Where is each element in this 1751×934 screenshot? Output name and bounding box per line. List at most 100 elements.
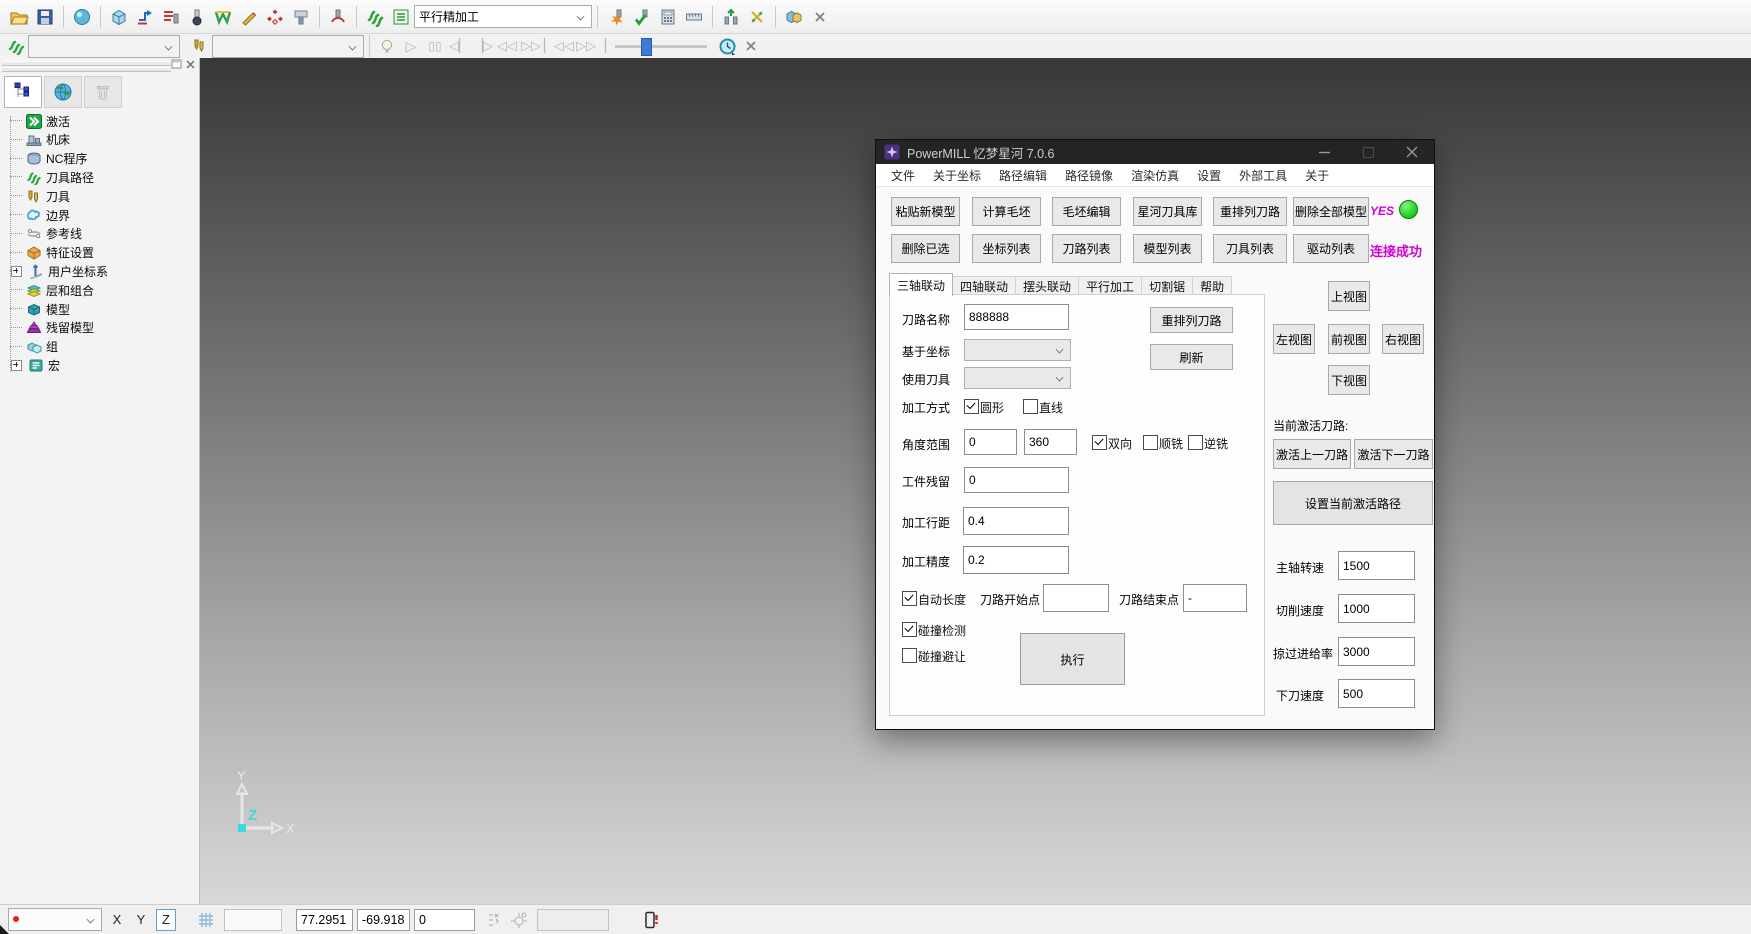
pattern-icon[interactable] — [236, 4, 262, 30]
menu-external-tools[interactable]: 外部工具 — [1230, 167, 1296, 184]
refresh-button[interactable]: 刷新 — [1150, 344, 1233, 370]
bulb-icon[interactable] — [375, 35, 399, 57]
grid-snap-icon[interactable] — [196, 910, 216, 930]
tab-saw[interactable]: 切割锯 — [1141, 276, 1193, 296]
grid-size-field[interactable] — [224, 909, 282, 931]
go-end-icon[interactable]: ▷▷▕ — [575, 35, 607, 57]
step-forward-icon[interactable]: ▕▷ — [471, 35, 495, 57]
tree-item-toolpaths[interactable]: 刀具路径 — [0, 168, 94, 186]
end-point-input[interactable] — [1183, 584, 1247, 612]
tool-retract-icon[interactable] — [718, 4, 744, 30]
point-distribution-icon[interactable] — [744, 4, 770, 30]
tree-item-levels-sets[interactable]: 层和组合 — [0, 281, 94, 299]
collision-check-icon[interactable] — [603, 4, 629, 30]
skim-feed-input[interactable] — [1338, 637, 1415, 666]
menu-path-mirror[interactable]: 路径镜像 — [1056, 167, 1122, 184]
open-project-icon[interactable] — [6, 4, 32, 30]
coord-list-button[interactable]: 坐标列表 — [972, 234, 1041, 263]
slider-handle[interactable] — [641, 38, 652, 56]
bidirectional-checkbox[interactable] — [1092, 435, 1107, 450]
leads-links-icon[interactable] — [325, 4, 351, 30]
view-top-button[interactable]: 上视图 — [1328, 281, 1370, 311]
delete-selected-button[interactable]: 删除已选 — [891, 234, 960, 263]
axis-y-button[interactable]: Y — [132, 910, 150, 930]
rapid-moves-icon[interactable] — [132, 4, 158, 30]
activate-prev-toolpath-button[interactable]: 激活上一刀路 — [1273, 439, 1351, 469]
menu-about[interactable]: 关于 — [1296, 167, 1338, 184]
circle-checkbox[interactable] — [964, 399, 979, 414]
toolpath-name-input[interactable] — [964, 304, 1069, 330]
toolpath-list-button[interactable]: 刀路列表 — [1052, 234, 1121, 263]
angle-to-input[interactable] — [1024, 429, 1077, 455]
tab-recycle-bin[interactable] — [84, 76, 122, 108]
tab-explorer-tree[interactable] — [4, 76, 42, 108]
delete-all-models-button[interactable]: 删除全部模型 — [1293, 197, 1369, 226]
dialog-title-bar[interactable]: PowerMILL 忆梦星河 7.0.6 — [876, 140, 1434, 164]
tab-swivel-head[interactable]: 摆头联动 — [1015, 276, 1079, 296]
galaxy-tool-library-button[interactable]: 星河刀具库 — [1133, 197, 1202, 226]
angle-from-input[interactable] — [964, 429, 1017, 455]
activate-next-toolpath-button[interactable]: 激活下一刀路 — [1354, 439, 1433, 469]
collision-avoid-checkbox[interactable] — [902, 648, 917, 663]
feeds-speeds-icon[interactable] — [158, 4, 184, 30]
compare-blocks-icon[interactable] — [781, 4, 807, 30]
set-active-path-button[interactable]: 设置当前激活路径 — [1273, 481, 1433, 525]
tolerance-input[interactable] — [963, 546, 1069, 574]
auto-length-checkbox[interactable] — [902, 591, 917, 606]
collision-detect-checkbox[interactable] — [902, 622, 917, 637]
active-strategy-dropdown[interactable]: 平行精加工 — [414, 5, 592, 28]
viewmill-ball-icon[interactable] — [69, 4, 95, 30]
sim-tool-dropdown[interactable] — [212, 35, 364, 58]
tool-icon[interactable] — [184, 4, 210, 30]
tab-parallel[interactable]: 平行加工 — [1078, 276, 1142, 296]
panel-float-icon[interactable] — [171, 59, 183, 71]
view-front-button[interactable]: 前视图 — [1328, 324, 1370, 354]
tree-item-models[interactable]: 模型 — [0, 300, 70, 318]
execute-button[interactable]: 执行 — [1020, 633, 1125, 685]
axis-x-button[interactable]: X — [108, 910, 126, 930]
close-sim-toolbar-icon[interactable] — [739, 35, 763, 57]
step-back-icon[interactable]: ◁▏ — [447, 35, 471, 57]
tool-list-button[interactable]: 刀具列表 — [1213, 234, 1287, 263]
tab-3axis[interactable]: 三轴联动 — [889, 273, 953, 296]
plunge-feed-input[interactable] — [1338, 679, 1415, 708]
tree-item-tools[interactable]: 刀具 — [0, 187, 70, 205]
sim-speed-slider[interactable] — [615, 36, 707, 56]
menu-file[interactable]: 文件 — [882, 167, 924, 184]
menu-settings[interactable]: 设置 — [1188, 167, 1230, 184]
spindle-speed-input[interactable] — [1338, 551, 1415, 580]
rearrange-toolpaths-button[interactable]: 重排列刀路 — [1213, 197, 1287, 226]
tab-globe[interactable] — [44, 76, 82, 108]
cutting-feed-input[interactable] — [1338, 594, 1415, 623]
tree-item-macros[interactable]: 宏 — [0, 356, 60, 374]
view-bottom-button[interactable]: 下视图 — [1328, 365, 1370, 395]
fast-forward-icon[interactable]: ▷▷ — [519, 35, 543, 57]
stock-edit-button[interactable]: 毛坯编辑 — [1052, 197, 1121, 226]
axis-z-button[interactable]: Z — [156, 909, 176, 931]
save-project-icon[interactable] — [32, 4, 58, 30]
workplane-points-icon[interactable] — [262, 4, 288, 30]
use-tool-dropdown[interactable] — [964, 367, 1071, 389]
pause-icon[interactable]: ▯▯ — [423, 35, 447, 57]
menu-path-edit[interactable]: 路径编辑 — [990, 167, 1056, 184]
tree-item-nc-programs[interactable]: NC程序 — [0, 150, 87, 168]
panel-grip[interactable] — [2, 61, 171, 66]
sim-toolpath-dropdown[interactable] — [28, 35, 180, 58]
stock-remain-input[interactable] — [964, 467, 1069, 493]
panel-grip[interactable] — [2, 67, 171, 72]
toolpath-list-icon[interactable] — [388, 4, 414, 30]
base-coord-dropdown[interactable] — [964, 339, 1071, 361]
tab-4axis[interactable]: 四轴联动 — [952, 276, 1016, 296]
go-start-icon[interactable]: ▏◁◁ — [543, 35, 575, 57]
calculator-icon[interactable] — [655, 4, 681, 30]
toolpath-icon[interactable] — [362, 4, 388, 30]
paste-new-model-button[interactable]: 粘贴新模型 — [891, 197, 960, 226]
menu-render-sim[interactable]: 渲染仿真 — [1122, 167, 1188, 184]
tree-item-feature-sets[interactable]: 特征设置 — [0, 244, 94, 262]
workplane-selector[interactable] — [8, 908, 102, 931]
strategies-icon[interactable] — [210, 4, 236, 30]
panel-close-icon[interactable] — [185, 59, 196, 70]
expand-icon[interactable] — [11, 266, 22, 277]
locate-compass-icon[interactable] — [509, 910, 529, 930]
play-icon[interactable]: ▷ — [399, 35, 423, 57]
